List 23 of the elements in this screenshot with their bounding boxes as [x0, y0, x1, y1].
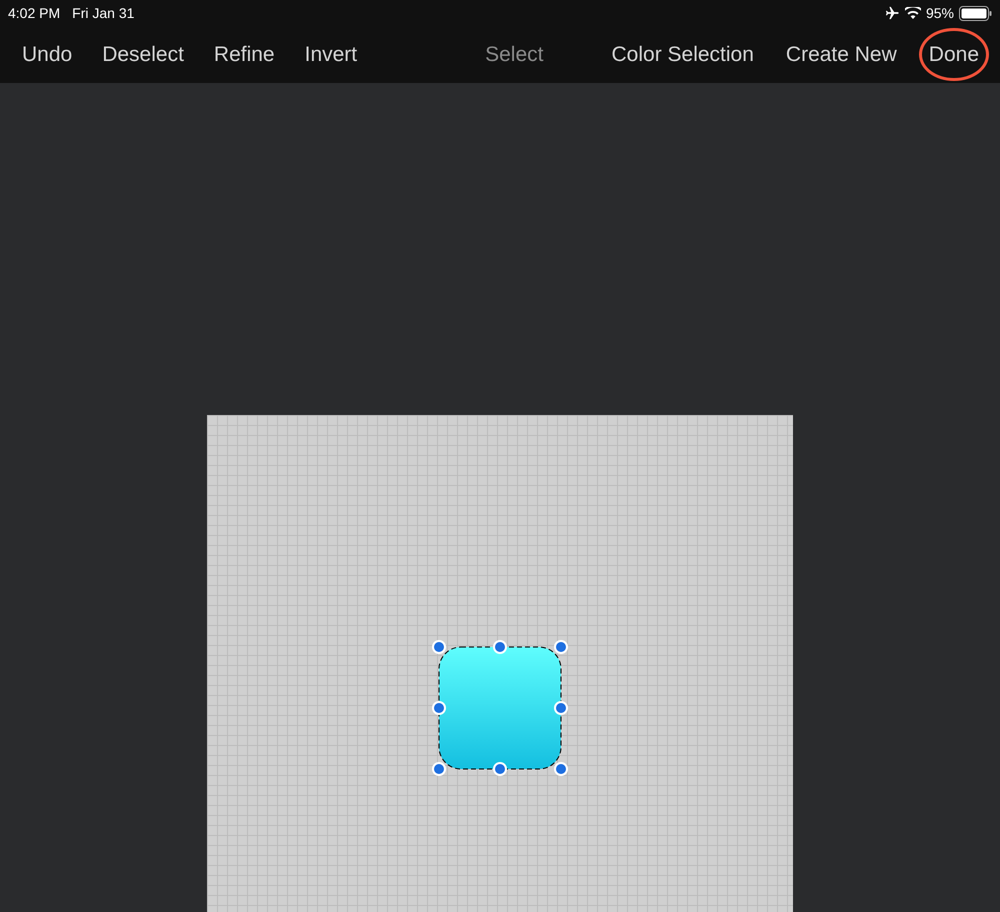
toolbar-button[interactable]: Refine [214, 38, 275, 70]
toolbar-button[interactable]: Undo [22, 38, 72, 70]
airplane-icon [884, 6, 900, 20]
selection-handle[interactable] [493, 762, 507, 776]
toolbar-button[interactable]: Invert [304, 38, 358, 70]
status-time: 4:02 PM [8, 4, 60, 22]
rounded-square-shape[interactable] [438, 646, 562, 770]
toolbar-button[interactable]: Deselect [102, 38, 184, 70]
status-date: Fri Jan 31 [72, 4, 134, 22]
selection-handle[interactable] [432, 701, 446, 715]
selection-handle[interactable] [432, 640, 446, 654]
selection-handle[interactable] [554, 640, 568, 654]
toolbar-button[interactable]: Color Selection [612, 38, 754, 70]
selection-handle[interactable] [432, 762, 446, 776]
toolbar-button[interactable]: Create New [786, 38, 897, 70]
battery-percent: 95% [926, 4, 954, 22]
selection-handle[interactable] [554, 762, 568, 776]
selection-handle[interactable] [493, 640, 507, 654]
selection-handle[interactable] [554, 701, 568, 715]
battery-icon [959, 6, 992, 20]
toolbar-title: Select [485, 42, 544, 68]
toolbar-button[interactable]: Done [918, 28, 989, 82]
wifi-icon [904, 7, 921, 19]
